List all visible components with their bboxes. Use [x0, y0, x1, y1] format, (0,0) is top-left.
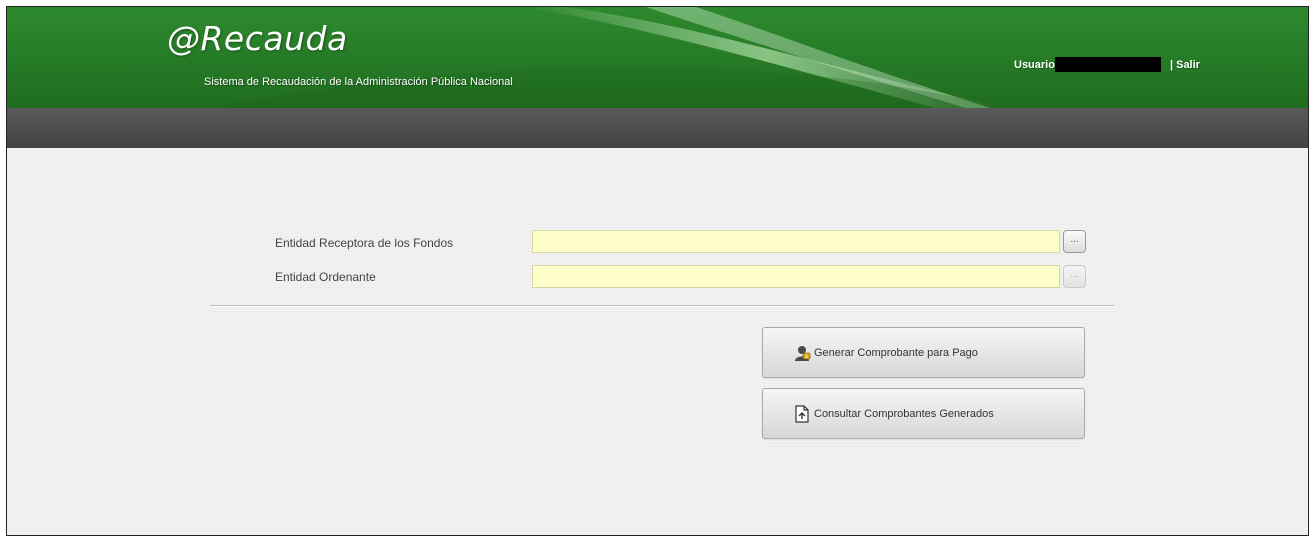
generate-voucher-label: Generar Comprobante para Pago: [814, 346, 978, 359]
brand-logo: @Recauda: [167, 19, 348, 58]
nav-bar: [7, 108, 1308, 148]
consult-vouchers-label: Consultar Comprobantes Generados: [814, 407, 994, 420]
receptora-label: Entidad Receptora de los Fondos: [275, 236, 454, 250]
receptora-input[interactable]: [532, 230, 1060, 253]
form-divider: [210, 305, 1114, 307]
logout-link[interactable]: | Salir: [1170, 59, 1200, 71]
app-window: @Recauda Sistema de Recaudación de la Ad…: [6, 6, 1309, 536]
ordenante-label: Entidad Ordenante: [275, 270, 376, 284]
ordenante-lookup-button[interactable]: ...: [1063, 265, 1086, 288]
user-area: Usuario | Salir: [1014, 57, 1200, 72]
brand-subtitle: Sistema de Recaudación de la Administrac…: [204, 76, 513, 88]
ordenante-input[interactable]: [532, 265, 1060, 288]
payment-user-icon: $: [793, 344, 811, 362]
svg-text:$: $: [805, 354, 808, 360]
receptora-lookup-button[interactable]: ...: [1063, 230, 1086, 253]
user-label: Usuario: [1014, 58, 1055, 71]
app-header: @Recauda Sistema de Recaudación de la Ad…: [7, 7, 1308, 108]
consult-vouchers-button[interactable]: Consultar Comprobantes Generados: [762, 388, 1085, 439]
main-content: Entidad Receptora de los Fondos ... Enti…: [7, 148, 1308, 535]
document-icon: [793, 404, 811, 423]
user-name-redacted: [1054, 57, 1161, 72]
generate-voucher-button[interactable]: $ Generar Comprobante para Pago: [762, 327, 1085, 378]
